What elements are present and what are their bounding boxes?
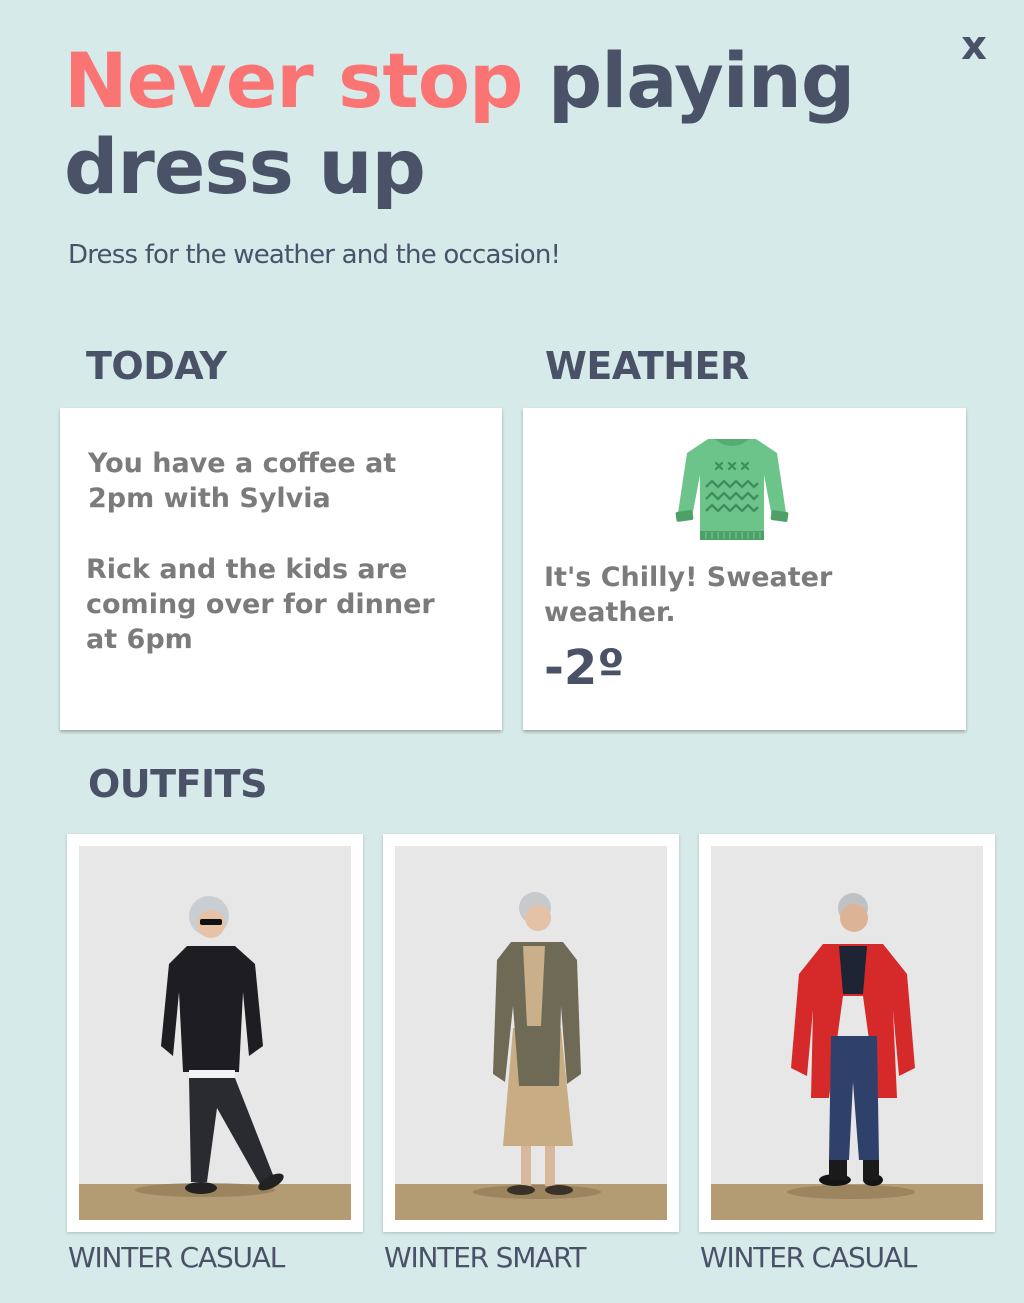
outfit-card-3[interactable] bbox=[699, 834, 995, 1232]
outfit-label-1: WINTER CASUAL bbox=[68, 1241, 285, 1274]
outfit-photo-winter-casual-1 bbox=[79, 846, 351, 1220]
weather-description: It's Chilly! Sweater weather. bbox=[544, 562, 833, 628]
weather-card: It's Chilly! Sweater weather. -2º bbox=[523, 408, 966, 730]
page-title-accent: Never stop bbox=[64, 36, 523, 125]
outfit-label-2: WINTER SMART bbox=[384, 1241, 586, 1274]
today-card: You have a coffee at 2pm with Sylvia Ric… bbox=[60, 408, 502, 730]
temperature: -2º bbox=[544, 640, 625, 696]
sweater-icon bbox=[675, 439, 789, 540]
page-subtitle: Dress for the weather and the occasion! bbox=[68, 240, 561, 270]
event-coffee: You have a coffee at 2pm with Sylvia bbox=[88, 448, 397, 514]
outfit-label-3: WINTER CASUAL bbox=[700, 1241, 917, 1274]
outfit-photo-winter-smart bbox=[395, 846, 667, 1220]
outfits-heading: OUTFITS bbox=[88, 762, 267, 806]
outfit-card-1[interactable] bbox=[67, 834, 363, 1232]
weather-heading: WEATHER bbox=[545, 344, 749, 388]
page-title: Never stop playing dress up bbox=[64, 38, 944, 210]
outfit-card-2[interactable] bbox=[383, 834, 679, 1232]
event-dinner: Rick and the kids are coming over for di… bbox=[86, 554, 435, 655]
outfit-photo-winter-casual-2 bbox=[711, 846, 983, 1220]
close-button[interactable]: x bbox=[954, 22, 994, 70]
today-heading: TODAY bbox=[86, 344, 227, 388]
